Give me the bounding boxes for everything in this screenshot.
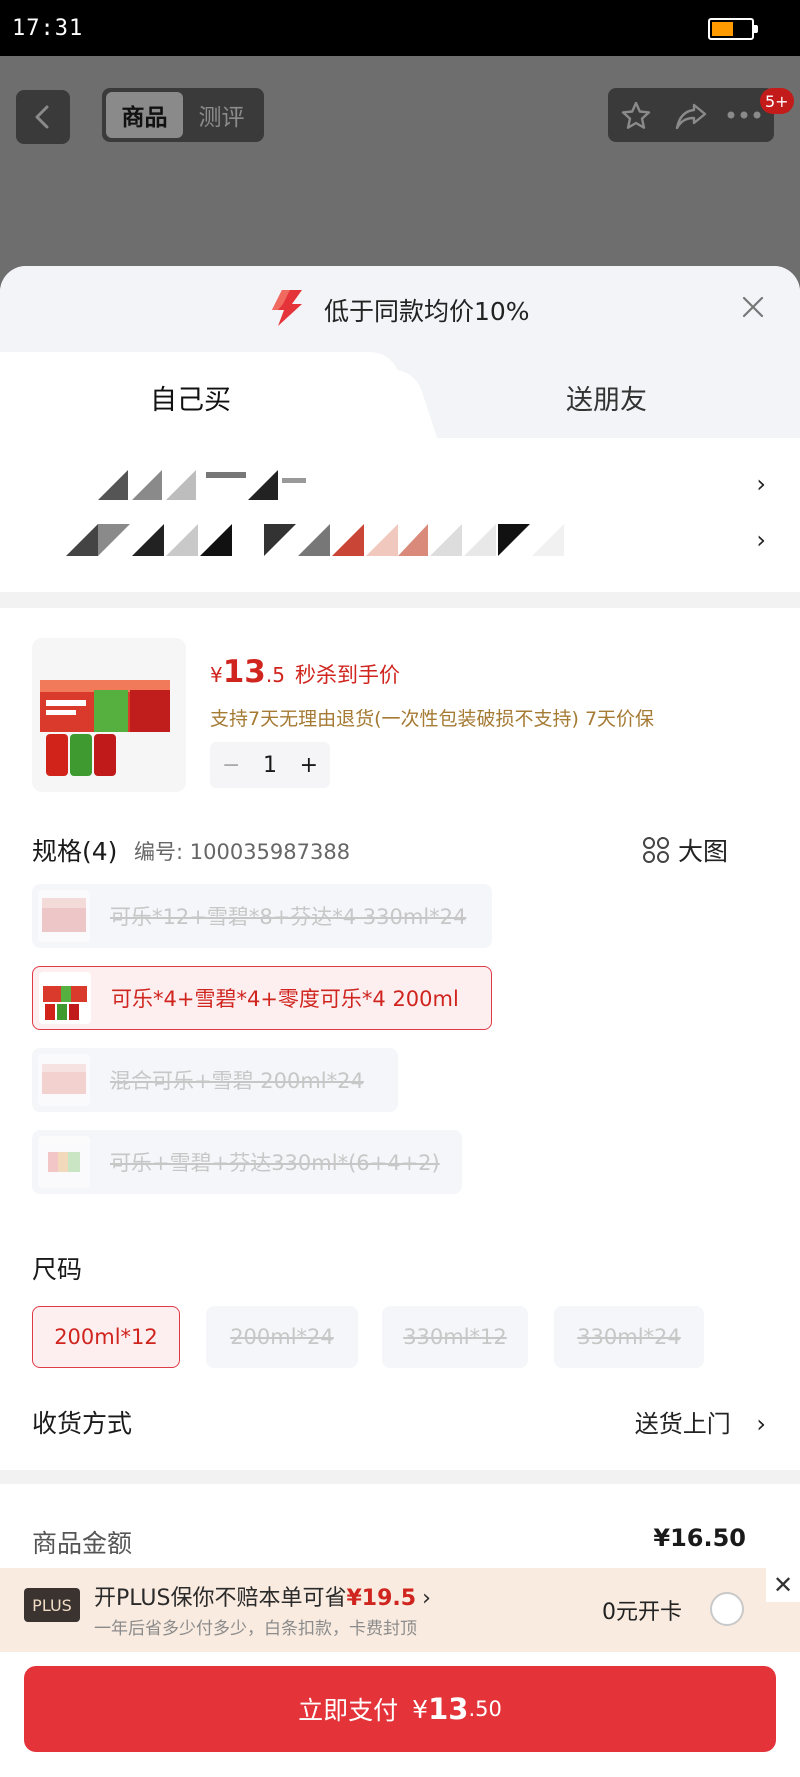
close-icon[interactable] — [740, 294, 766, 320]
tab-product[interactable]: 商品 — [106, 92, 183, 138]
size-option-selected[interactable]: 200ml*12 — [32, 1306, 180, 1368]
plus-logo: PLUS — [24, 1588, 80, 1622]
price-integer: 13 — [222, 654, 266, 690]
chevron-right-icon: › — [756, 470, 766, 498]
grid-dots-icon — [643, 837, 669, 863]
option-label: 可乐*12+雪碧*8+芬达*4 330ml*24 — [110, 905, 467, 929]
more-icon[interactable] — [726, 110, 762, 120]
message-badge: 5+ — [760, 88, 794, 114]
back-button[interactable] — [16, 90, 70, 144]
redacted-address — [98, 468, 308, 500]
lightning-icon — [272, 290, 302, 326]
quantity-stepper: − 1 + — [210, 742, 330, 788]
buy-mode-tabs: 自己买 送朋友 — [0, 352, 800, 438]
big-image-label: 大图 — [678, 837, 729, 866]
service-info: 支持7天无理由退货(一次性包装破损不支持) 7天价保 — [210, 708, 655, 730]
tab-review[interactable]: 测评 — [183, 92, 260, 138]
option-label: 混合可乐+雪碧 200ml*24 — [110, 1069, 364, 1093]
address-row[interactable]: › — [0, 462, 800, 514]
status-time: 17:31 — [12, 16, 84, 41]
page-tab-switch: 商品 测评 — [102, 88, 264, 142]
option-thumbnail — [38, 1136, 90, 1188]
plus-offer: 开PLUS保你不赔本单可省¥19.5 › — [94, 1580, 431, 1612]
product-thumbnail[interactable] — [32, 638, 186, 792]
product-image — [40, 680, 170, 776]
option-thumbnail — [38, 1054, 90, 1106]
decrease-button[interactable]: − — [222, 753, 240, 778]
price-note: 秒杀到手价 — [294, 663, 400, 687]
plus-subtext: 一年后省多少付多少，白条扣款，卡费封顶 — [94, 1619, 417, 1639]
option-thumbnail — [38, 890, 90, 942]
back-arrow-icon — [35, 105, 49, 129]
pay-amount-int: 13 — [428, 1692, 469, 1726]
size-option[interactable]: 330ml*12 — [382, 1306, 528, 1368]
size-title: 尺码 — [32, 1255, 83, 1284]
big-image-button[interactable]: 大图 — [643, 832, 729, 868]
star-icon[interactable] — [620, 100, 652, 132]
option-label: 可乐*4+雪碧*4+零度可乐*4 200ml — [111, 987, 459, 1011]
chevron-right-icon: › — [756, 1410, 766, 1438]
quantity-value: 1 — [263, 752, 277, 778]
plus-open-label: 0元开卡 — [602, 1600, 682, 1625]
address-row[interactable]: › — [0, 518, 800, 570]
close-icon[interactable]: ✕ — [766, 1568, 800, 1602]
spec-option-selected[interactable]: 可乐*4+雪碧*4+零度可乐*4 200ml — [32, 966, 492, 1030]
plus-radio[interactable] — [710, 1592, 744, 1626]
pay-button[interactable]: 立即支付 ¥13.50 — [24, 1666, 776, 1752]
chevron-right-icon: › — [422, 1586, 431, 1611]
price-decimal: .5 — [265, 663, 285, 687]
amount-label: 商品金额 — [32, 1529, 133, 1558]
delivery-label: 收货方式 — [32, 1409, 133, 1438]
price-currency: ¥ — [210, 663, 223, 687]
purchase-sheet: 低于同款均价10% 自己买 送朋友 › › ¥13.5 秒杀到手价 支持7天无理… — [0, 266, 800, 1777]
promo-text: 低于同款均价10% — [324, 297, 530, 326]
battery-level — [712, 22, 733, 36]
section-divider — [0, 592, 800, 608]
spec-option[interactable]: 混合可乐+雪碧 200ml*24 — [32, 1048, 398, 1112]
tab-gift-friend-label[interactable]: 送朋友 — [566, 378, 647, 417]
plus-offer-amount: ¥19.5 — [346, 1586, 417, 1611]
option-thumbnail — [39, 972, 91, 1024]
size-option[interactable]: 200ml*24 — [206, 1306, 358, 1368]
amount-value: ¥16.50 — [653, 1524, 746, 1552]
status-bar: 17:31 — [0, 0, 800, 56]
increase-button[interactable]: + — [300, 753, 318, 778]
delivery-value: 送货上门 — [634, 1410, 731, 1438]
pay-label: 立即支付 — [298, 1696, 399, 1725]
product-price: ¥13.5 秒杀到手价 — [210, 654, 400, 690]
tab-buy-self-label[interactable]: 自己买 — [150, 378, 231, 417]
plus-promo-bar[interactable]: PLUS 开PLUS保你不赔本单可省¥19.5 › 一年后省多少付多少，白条扣款，… — [0, 1568, 800, 1652]
pay-amount-dec: .50 — [468, 1697, 502, 1721]
chevron-right-icon: › — [756, 526, 766, 554]
section-divider — [0, 1470, 800, 1484]
spec-option[interactable]: 可乐*12+雪碧*8+芬达*4 330ml*24 — [32, 884, 492, 948]
promo-banner: 低于同款均价10% — [0, 266, 800, 352]
pay-currency: ¥ — [412, 1694, 429, 1724]
spec-code: 编号: 100035987388 — [134, 840, 351, 864]
spec-title: 规格(4) — [32, 837, 118, 866]
delivery-method[interactable]: 送货上门 › — [635, 1404, 766, 1439]
share-icon[interactable] — [674, 100, 708, 132]
battery-icon — [708, 18, 758, 40]
redacted-address-detail — [66, 524, 596, 556]
size-option[interactable]: 330ml*24 — [554, 1306, 704, 1368]
spec-option[interactable]: 可乐+雪碧+芬达330ml*(6+4+2) — [32, 1130, 462, 1194]
header-actions — [608, 88, 774, 142]
option-label: 可乐+雪碧+芬达330ml*(6+4+2) — [110, 1151, 440, 1175]
plus-offer-text: 开PLUS保你不赔本单可省 — [94, 1586, 347, 1611]
